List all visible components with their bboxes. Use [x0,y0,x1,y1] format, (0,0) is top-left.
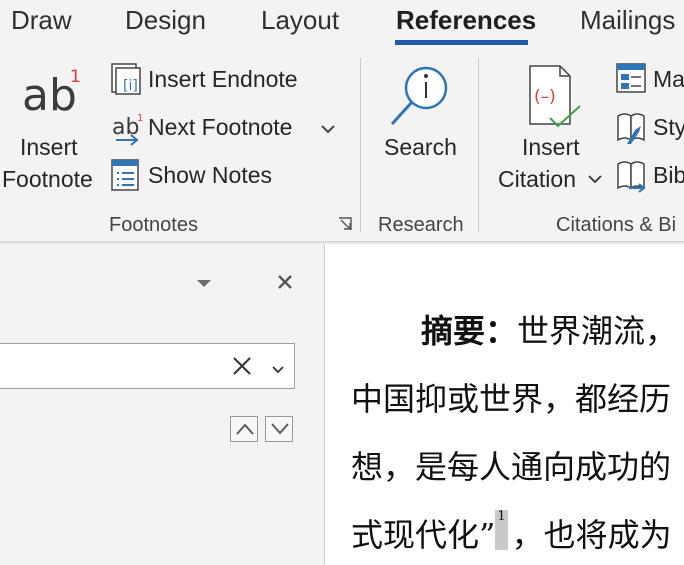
clear-search-icon[interactable] [232,356,252,376]
svg-text:ab: ab [112,115,139,140]
search-button[interactable]: Search [372,58,468,198]
tab-references[interactable]: References [396,5,536,36]
search-label: Search [384,134,457,160]
manage-sources-button[interactable]: Ma [613,62,684,98]
insert-citation-icon: (–) [524,62,584,130]
research-group-label: Research [378,214,464,236]
tab-draw[interactable]: Draw [11,5,72,36]
tab-mailings[interactable]: Mailings [580,5,675,36]
document-text: ，也将成为 [511,516,672,554]
document-line: 式现代化” 1 ，也将成为 [351,510,672,556]
search-options-chevron-down-icon[interactable] [271,362,285,374]
chevron-up-icon [235,422,255,436]
group-separator [360,58,361,232]
style-button[interactable]: Sty [613,110,684,146]
insert-footnote-label-line1: Insert [20,134,78,160]
tab-layout[interactable]: Layout [261,5,339,36]
insert-citation-dropdown-icon[interactable] [587,172,603,184]
insert-footnote-label-line2: Footnote [2,166,93,192]
close-pane-icon[interactable] [276,273,294,291]
show-notes-icon [110,158,142,192]
document-line: 中国抑或世界，都经历 [351,380,672,418]
document-line: 摘要：世界潮流， [421,306,677,352]
ribbon: ab 1 Insert Footnote [i] Insert Endnote … [0,46,684,241]
citations-group-label: Citations & Bi [556,214,677,236]
bibliography-label: Bib [653,162,684,188]
insert-citation-label-line2: Citation [498,166,576,192]
document-text: 世界潮流， [517,312,678,350]
insert-endnote-icon: [i] [110,62,144,96]
next-footnote-icon: ab 1 [110,110,146,146]
show-notes-button[interactable]: Show Notes [108,158,308,194]
style-label: Sty [653,114,684,140]
group-separator [478,58,479,232]
footnote-reference-mark[interactable]: 1 [495,510,508,550]
insert-endnote-button[interactable]: [i] Insert Endnote [108,62,308,98]
svg-text:[i]: [i] [123,78,138,94]
footnotes-dialog-launcher-icon[interactable] [337,216,355,234]
insert-footnote-button[interactable]: ab 1 Insert Footnote [0,58,104,198]
insert-endnote-label: Insert Endnote [148,66,298,92]
next-footnote-button[interactable]: ab 1 Next Footnote [108,110,308,146]
next-result-button[interactable] [265,416,293,442]
document-page[interactable]: 摘要：世界潮流， 中国抑或世界，都经历 想，是每人通向成功的 式现代化” 1 ，也将… [325,244,684,565]
manage-sources-label: Ma [653,66,684,92]
tab-design[interactable]: Design [125,5,206,36]
svg-text:(–): (–) [534,87,556,107]
abstract-heading: 摘要： [421,312,518,350]
footnotes-group-label: Footnotes [109,214,198,236]
svg-text:1: 1 [137,113,143,124]
svg-text:ab: ab [22,70,77,121]
bibliography-icon [615,158,649,194]
show-notes-label: Show Notes [148,162,273,188]
chevron-down-icon [270,422,290,436]
previous-result-button[interactable] [230,416,258,442]
next-footnote-label: Next Footnote [148,114,293,140]
document-text: 式现代化” [351,516,496,554]
document-line: 想，是每人通向成功的 [351,448,672,486]
navigation-pane [0,244,324,565]
insert-citation-label-line1: Insert [522,134,580,160]
active-tab-indicator [395,40,528,45]
svg-text:1: 1 [70,67,80,87]
citation-style-icon [615,110,649,146]
bibliography-button[interactable]: Bib [613,158,684,194]
search-icon [386,62,450,130]
insert-footnote-icon: ab 1 [20,62,81,122]
ribbon-tabs: Draw Design Layout References Mailings [0,0,684,46]
pane-options-dropdown-icon[interactable] [195,277,213,289]
manage-sources-icon [615,62,649,96]
next-footnote-dropdown-icon[interactable] [320,122,336,134]
